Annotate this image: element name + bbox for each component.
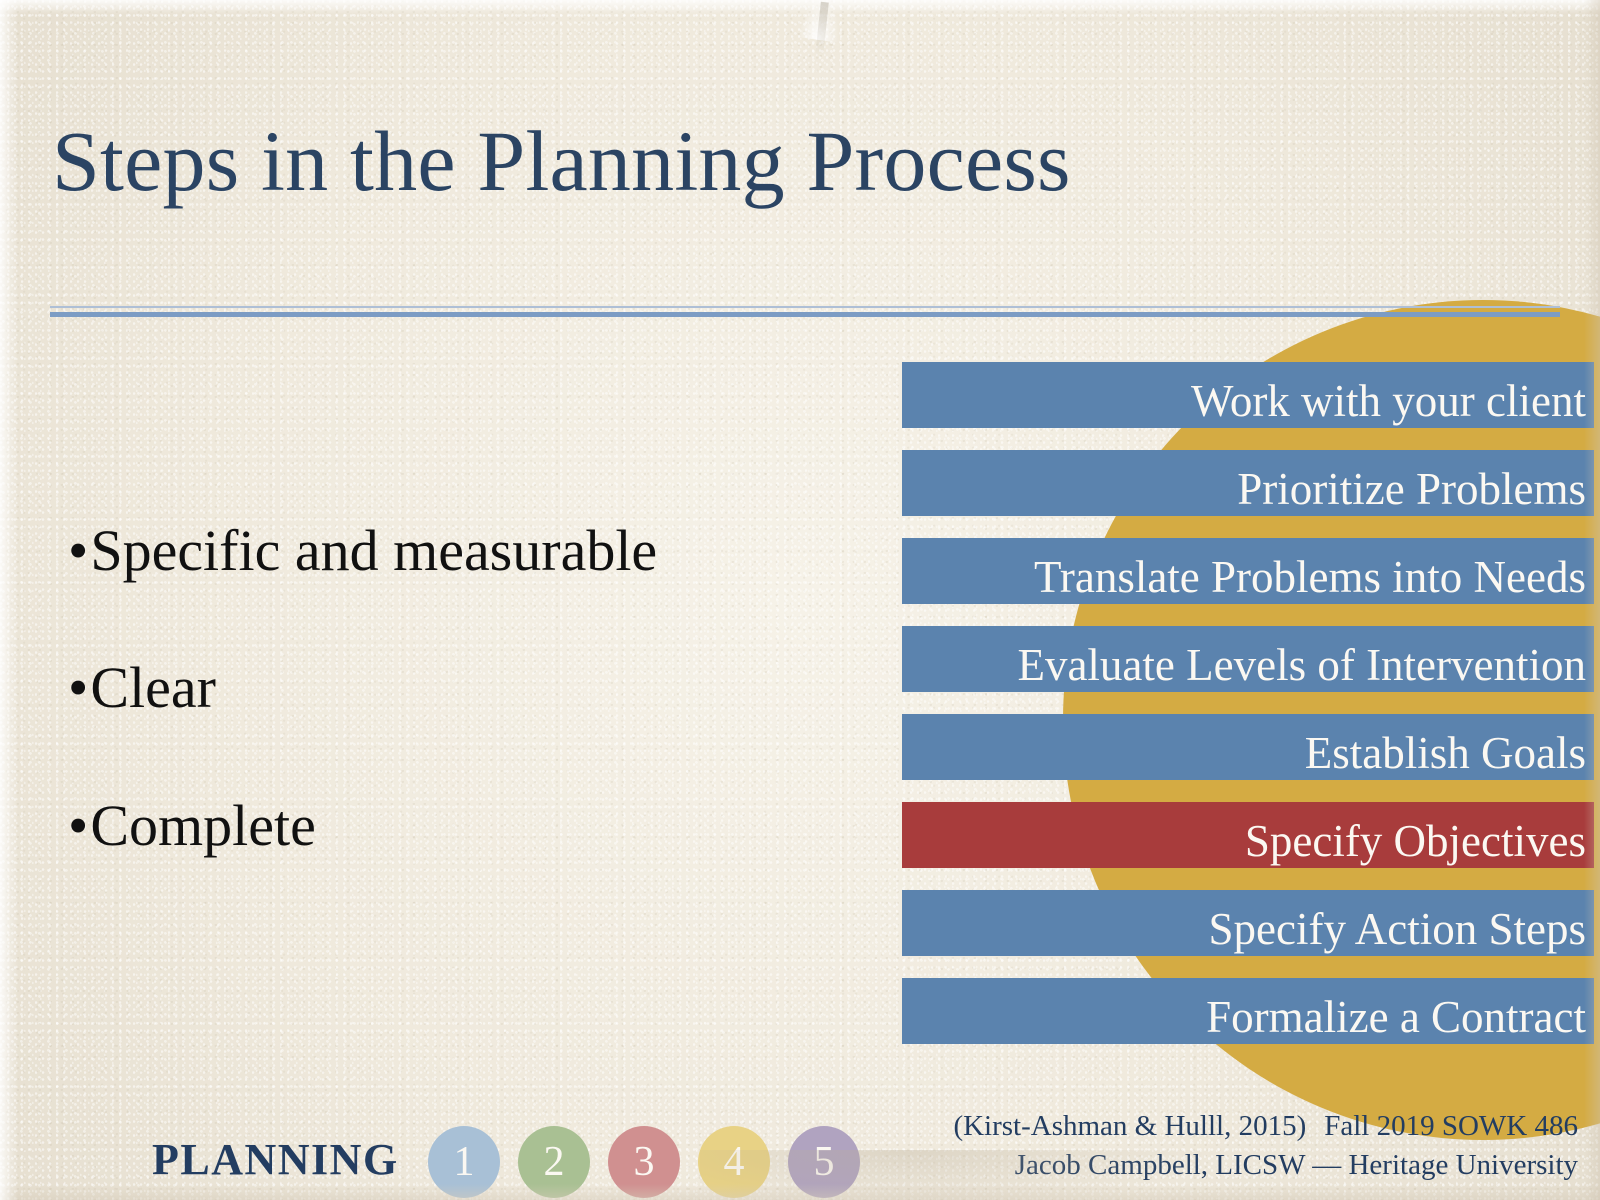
- chart-bar: Prioritize Problems: [902, 450, 1594, 516]
- chart-bar-label: Establish Goals: [1304, 727, 1586, 778]
- step-indicator-number: 1: [453, 1139, 475, 1185]
- footer-credits: (Kirst-Ashman & Hulll, 2015) Fall 2019 SO…: [953, 1107, 1578, 1184]
- chart-bar-label: Work with your client: [1190, 375, 1586, 426]
- chart-bar-highlighted: Specify Objectives: [902, 802, 1594, 868]
- bullet-text: Complete: [90, 792, 316, 858]
- bullet-text: Specific and measurable: [90, 518, 658, 583]
- step-indicator-2[interactable]: 2: [518, 1126, 590, 1198]
- planning-steps-bar-chart: Work with your client Prioritize Problem…: [902, 362, 1594, 1044]
- slide-footer: PLANNING 1 2 3 4 5 (Kirst-Ashman & Hulll…: [0, 1080, 1600, 1200]
- page-title: Steps in the Planning Process: [52, 113, 1071, 209]
- chart-bar: Formalize a Contract: [902, 978, 1594, 1044]
- bullet-dot-icon: •: [68, 655, 89, 721]
- credits-line-2: Jacob Campbell, LICSW — Heritage Univers…: [953, 1146, 1578, 1184]
- paper-edge-top: [0, 0, 1600, 14]
- step-indicator-group: 1 2 3 4 5: [428, 1126, 860, 1198]
- step-indicator-4[interactable]: 4: [698, 1126, 770, 1198]
- chart-bar-label: Evaluate Levels of Intervention: [1017, 639, 1586, 690]
- paper-crease-top-shadow: [815, 1, 829, 57]
- step-indicator-number: 3: [633, 1139, 655, 1185]
- source-citation: (Kirst-Ashman & Hulll, 2015): [953, 1110, 1307, 1143]
- chart-bar: Work with your client: [902, 362, 1594, 428]
- step-indicator-number: 5: [813, 1139, 835, 1185]
- chart-bar-label: Formalize a Contract: [1206, 991, 1586, 1042]
- title-divider: [50, 306, 1560, 318]
- section-label: PLANNING: [152, 1135, 399, 1184]
- step-indicator-number: 2: [543, 1139, 565, 1185]
- chart-bar-label: Translate Problems into Needs: [1033, 551, 1586, 602]
- divider-line-thin: [50, 306, 1560, 308]
- chart-bar: Specify Action Steps: [902, 890, 1594, 956]
- course-label: Fall 2019 SOWK 486: [1324, 1110, 1578, 1143]
- list-item: • Clear: [68, 655, 828, 721]
- list-item: • Complete: [68, 792, 828, 858]
- chart-bar: Translate Problems into Needs: [902, 538, 1594, 604]
- credits-line-1: (Kirst-Ashman & Hulll, 2015) Fall 2019 SO…: [953, 1107, 1578, 1145]
- bullet-text: Clear: [90, 655, 216, 721]
- presenter-label: Jacob Campbell, LICSW — Heritage Univers…: [1014, 1148, 1578, 1181]
- bullet-dot-icon: •: [68, 518, 89, 583]
- bullet-dot-icon: •: [68, 792, 89, 858]
- step-indicator-1[interactable]: 1: [428, 1126, 500, 1198]
- chart-bar: Establish Goals: [902, 714, 1594, 780]
- chart-bar: Evaluate Levels of Intervention: [902, 626, 1594, 692]
- paper-crease-top: [797, 0, 845, 43]
- step-indicator-3[interactable]: 3: [608, 1126, 680, 1198]
- divider-line-thick: [50, 312, 1560, 317]
- list-item: • Specific and measurable: [68, 518, 828, 583]
- chart-bar-label: Specify Objectives: [1244, 815, 1586, 866]
- paper-edge-left: [0, 0, 18, 1200]
- bullet-list: • Specific and measurable • Clear • Comp…: [68, 518, 828, 858]
- step-indicator-5[interactable]: 5: [788, 1126, 860, 1198]
- chart-bar-label: Specify Action Steps: [1208, 903, 1586, 954]
- chart-bar-label: Prioritize Problems: [1237, 463, 1586, 514]
- slide-canvas: Steps in the Planning Process • Specific…: [0, 0, 1600, 1200]
- step-indicator-number: 4: [723, 1139, 745, 1185]
